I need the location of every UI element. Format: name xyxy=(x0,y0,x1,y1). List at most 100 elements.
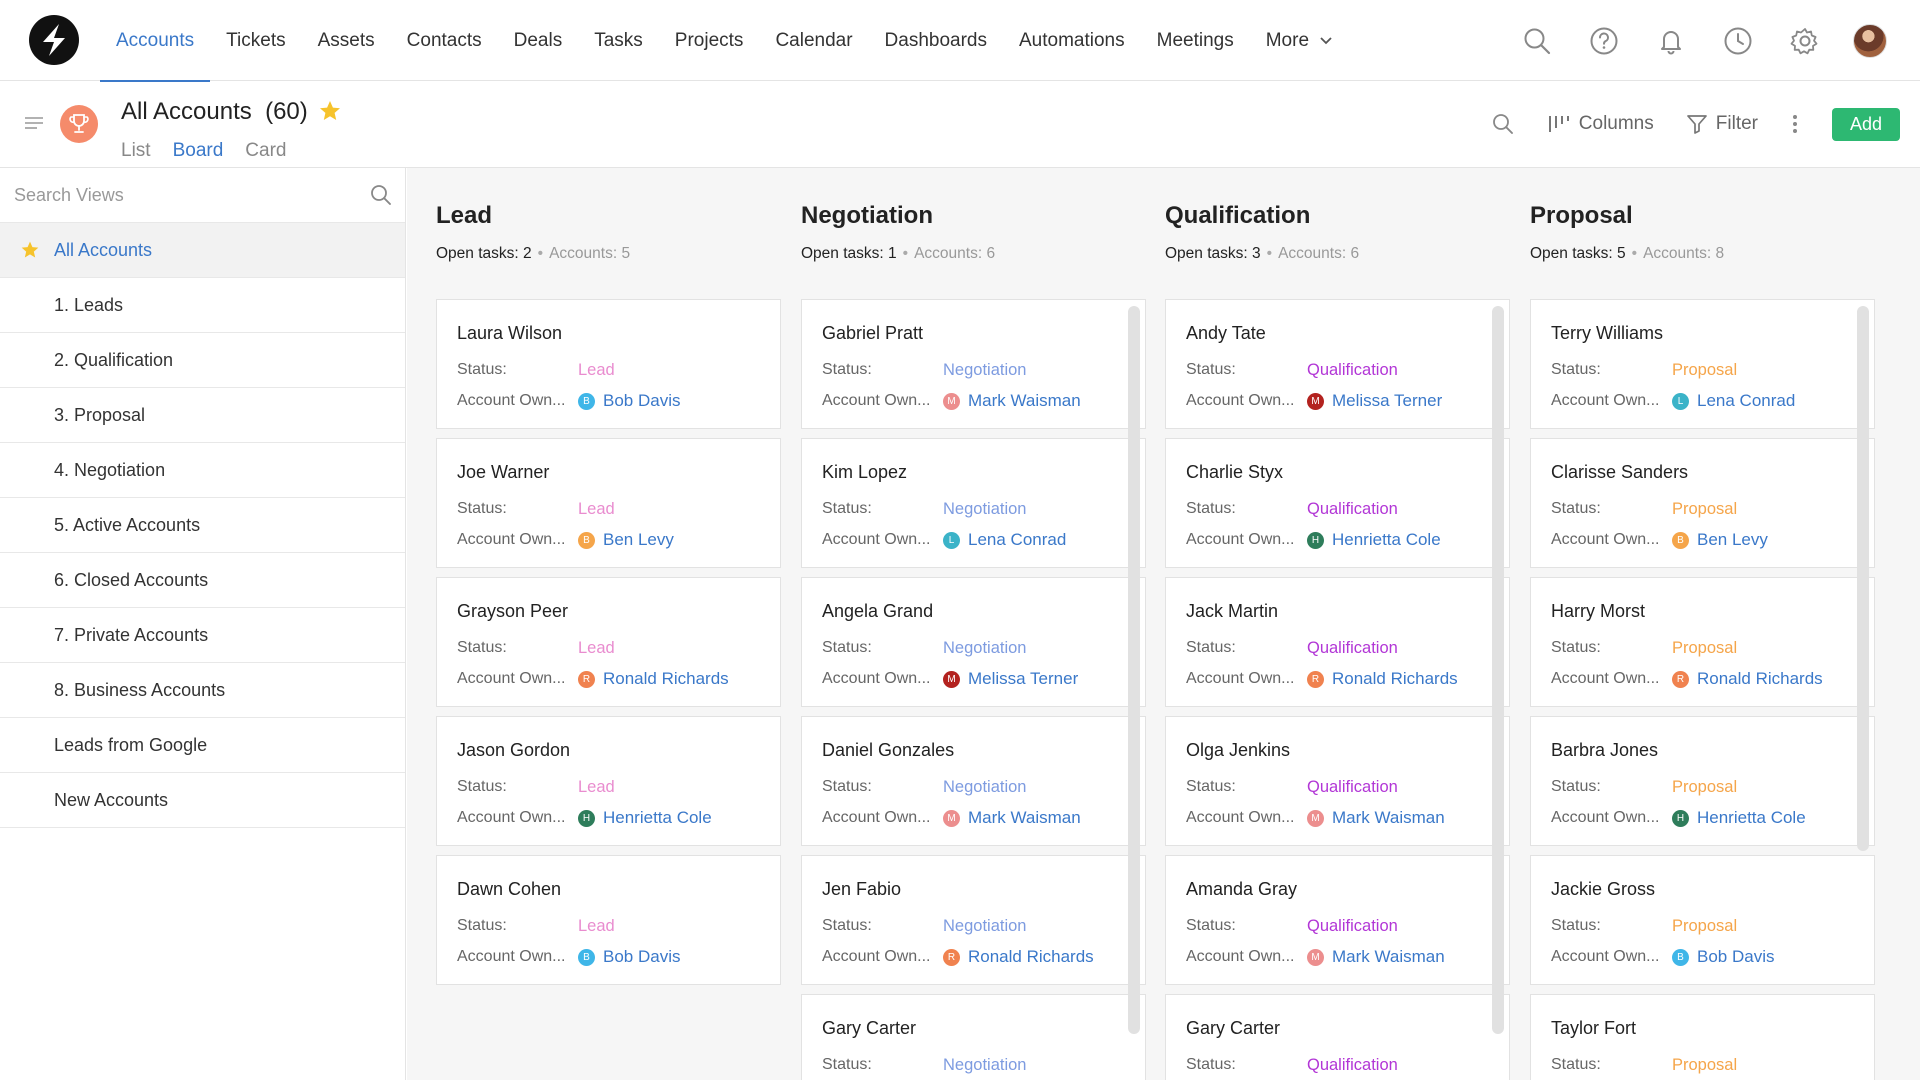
search-icon[interactable] xyxy=(1519,23,1555,59)
account-card[interactable]: Jack Martin Status: Qualification Account O… xyxy=(1165,577,1510,707)
tab-board[interactable]: Board xyxy=(172,140,224,170)
account-card[interactable]: Olga Jenkins Status: Qualification Account … xyxy=(1165,716,1510,846)
account-owner[interactable]: H Henrietta Cole xyxy=(1307,530,1441,550)
account-card[interactable]: Gary Carter Status: Negotiation xyxy=(801,994,1146,1080)
user-avatar[interactable] xyxy=(1853,23,1887,58)
filter-icon xyxy=(1686,115,1707,134)
account-owner[interactable]: B Bob Davis xyxy=(578,391,680,411)
account-owner[interactable]: R Ronald Richards xyxy=(1672,669,1823,689)
nav-link-deals[interactable]: Deals xyxy=(498,0,579,81)
more-options-button[interactable] xyxy=(1790,112,1800,136)
account-card[interactable]: Harry Morst Status: Proposal Account Own...… xyxy=(1530,577,1875,707)
account-card[interactable]: Jackie Gross Status: Proposal Account Own..… xyxy=(1530,855,1875,985)
view-item[interactable]: 7. Private Accounts xyxy=(0,608,405,663)
column-scrollbar[interactable] xyxy=(1857,306,1869,851)
account-owner[interactable]: M Mark Waisman xyxy=(943,808,1081,828)
account-card[interactable]: Jason Gordon Status: Lead Account Own... H He… xyxy=(436,716,781,846)
search-icon[interactable] xyxy=(369,183,393,212)
account-owner[interactable]: H Henrietta Cole xyxy=(1672,808,1806,828)
account-owner[interactable]: B Bob Davis xyxy=(578,947,680,967)
nav-link-calendar[interactable]: Calendar xyxy=(759,0,868,81)
tab-list[interactable]: List xyxy=(121,140,151,170)
account-card[interactable]: Taylor Fort Status: Proposal xyxy=(1530,994,1875,1080)
account-name: Charlie Styx xyxy=(1186,462,1284,482)
column-scrollbar[interactable] xyxy=(1128,306,1140,1034)
view-item[interactable]: Leads from Google xyxy=(0,718,405,773)
account-card[interactable]: Charlie Styx Status: Qualification Account … xyxy=(1165,438,1510,568)
owner-avatar: L xyxy=(943,531,960,549)
account-card[interactable]: Grayson Peer Status: Lead Account Own... R Ro… xyxy=(436,577,781,707)
logo-icon xyxy=(43,24,65,56)
column-scrollbar[interactable] xyxy=(1492,306,1504,1034)
account-owner[interactable]: L Lena Conrad xyxy=(1672,391,1795,411)
account-owner[interactable]: R Ronald Richards xyxy=(1307,669,1458,689)
app-logo[interactable] xyxy=(29,15,79,65)
account-card[interactable]: Daniel Gonzales Status: Negotiation Account… xyxy=(801,716,1146,846)
board-search-button[interactable] xyxy=(1491,112,1515,136)
view-item[interactable]: New Accounts xyxy=(0,773,405,828)
bell-icon[interactable] xyxy=(1653,23,1689,59)
view-item[interactable]: 8. Business Accounts xyxy=(0,663,405,718)
nav-link-meetings[interactable]: Meetings xyxy=(1141,0,1250,81)
columns-button[interactable]: Columns xyxy=(1547,112,1654,136)
search-views-input[interactable] xyxy=(0,168,405,223)
status-label: Status: xyxy=(1186,500,1236,517)
account-owner[interactable]: L Lena Conrad xyxy=(943,530,1066,550)
menu-icon[interactable] xyxy=(24,114,44,139)
account-card[interactable]: Jen Fabio Status: Negotiation Account Own..… xyxy=(801,855,1146,985)
view-item[interactable]: 1. Leads xyxy=(0,278,405,333)
nav-link-dashboards[interactable]: Dashboards xyxy=(869,0,1003,81)
view-item[interactable]: 4. Negotiation xyxy=(0,443,405,498)
account-owner[interactable]: M Mark Waisman xyxy=(1307,947,1445,967)
nav-link-tickets[interactable]: Tickets xyxy=(210,0,301,81)
view-item[interactable]: 2. Qualification xyxy=(0,333,405,388)
nav-link-projects[interactable]: Projects xyxy=(659,0,760,81)
status-label: Status: xyxy=(1551,1056,1601,1073)
account-owner[interactable]: H Henrietta Cole xyxy=(578,808,712,828)
account-owner[interactable]: B Ben Levy xyxy=(578,530,674,550)
account-card[interactable]: Barbra Jones Status: Proposal Account Own..… xyxy=(1530,716,1875,846)
add-button[interactable]: Add xyxy=(1832,107,1900,141)
account-owner[interactable]: R Ronald Richards xyxy=(578,669,729,689)
favorite-star-icon[interactable] xyxy=(318,99,342,128)
account-card[interactable]: Dawn Cohen Status: Lead Account Own... B Bob … xyxy=(436,855,781,985)
view-item[interactable]: 5. Active Accounts xyxy=(0,498,405,553)
account-name: Laura Wilson xyxy=(457,323,563,343)
owner-name: Henrietta Cole xyxy=(1332,530,1441,549)
account-card[interactable]: Angela Grand Status: Negotiation Account Ow… xyxy=(801,577,1146,707)
view-item[interactable]: 3. Proposal xyxy=(0,388,405,443)
account-card[interactable]: Terry Williams Status: Proposal Account Own… xyxy=(1530,299,1875,429)
account-name: Angela Grand xyxy=(822,601,934,621)
nav-link-more[interactable]: More xyxy=(1250,0,1349,81)
view-item[interactable]: 6. Closed Accounts xyxy=(0,553,405,608)
nav-link-tasks[interactable]: Tasks xyxy=(578,0,659,81)
account-owner[interactable]: R Ronald Richards xyxy=(943,947,1094,967)
account-owner[interactable]: M Mark Waisman xyxy=(1307,808,1445,828)
account-owner[interactable]: B Ben Levy xyxy=(1672,530,1768,550)
account-card[interactable]: Laura Wilson Status: Lead Account Own... B Bo… xyxy=(436,299,781,429)
nav-link-contacts[interactable]: Contacts xyxy=(391,0,498,81)
account-card[interactable]: Gabriel Pratt Status: Negotiation Account O… xyxy=(801,299,1146,429)
nav-link-assets[interactable]: Assets xyxy=(302,0,391,81)
help-icon[interactable] xyxy=(1586,23,1622,59)
account-card[interactable]: Joe Warner Status: Lead Account Own... B Ben … xyxy=(436,438,781,568)
account-owner[interactable]: M Melissa Terner xyxy=(943,669,1078,689)
account-card[interactable]: Gary Carter Status: Qualification xyxy=(1165,994,1510,1080)
view-item[interactable]: All Accounts xyxy=(0,223,405,278)
owner-name: Melissa Terner xyxy=(1332,391,1443,410)
account-owner[interactable]: M Mark Waisman xyxy=(943,391,1081,411)
nav-link-accounts[interactable]: Accounts xyxy=(100,0,211,82)
account-owner[interactable]: M Melissa Terner xyxy=(1307,391,1442,411)
account-card[interactable]: Amanda Gray Status: Qualification Account O… xyxy=(1165,855,1510,985)
nav-link-automations[interactable]: Automations xyxy=(1003,0,1141,81)
filter-button[interactable]: Filter xyxy=(1686,113,1758,135)
account-owner[interactable]: B Bob Davis xyxy=(1672,947,1774,967)
clock-icon[interactable] xyxy=(1720,23,1756,59)
status-label: Status: xyxy=(822,500,872,517)
account-card[interactable]: Clarisse Sanders Status: Proposal Account O… xyxy=(1530,438,1875,568)
gear-icon[interactable] xyxy=(1787,23,1823,59)
account-card[interactable]: Kim Lopez Status: Negotiation Account Own..… xyxy=(801,438,1146,568)
tab-card[interactable]: Card xyxy=(245,140,286,170)
account-name: Andy Tate xyxy=(1186,323,1266,343)
account-card[interactable]: Andy Tate Status: Qualification Account Own… xyxy=(1165,299,1510,429)
